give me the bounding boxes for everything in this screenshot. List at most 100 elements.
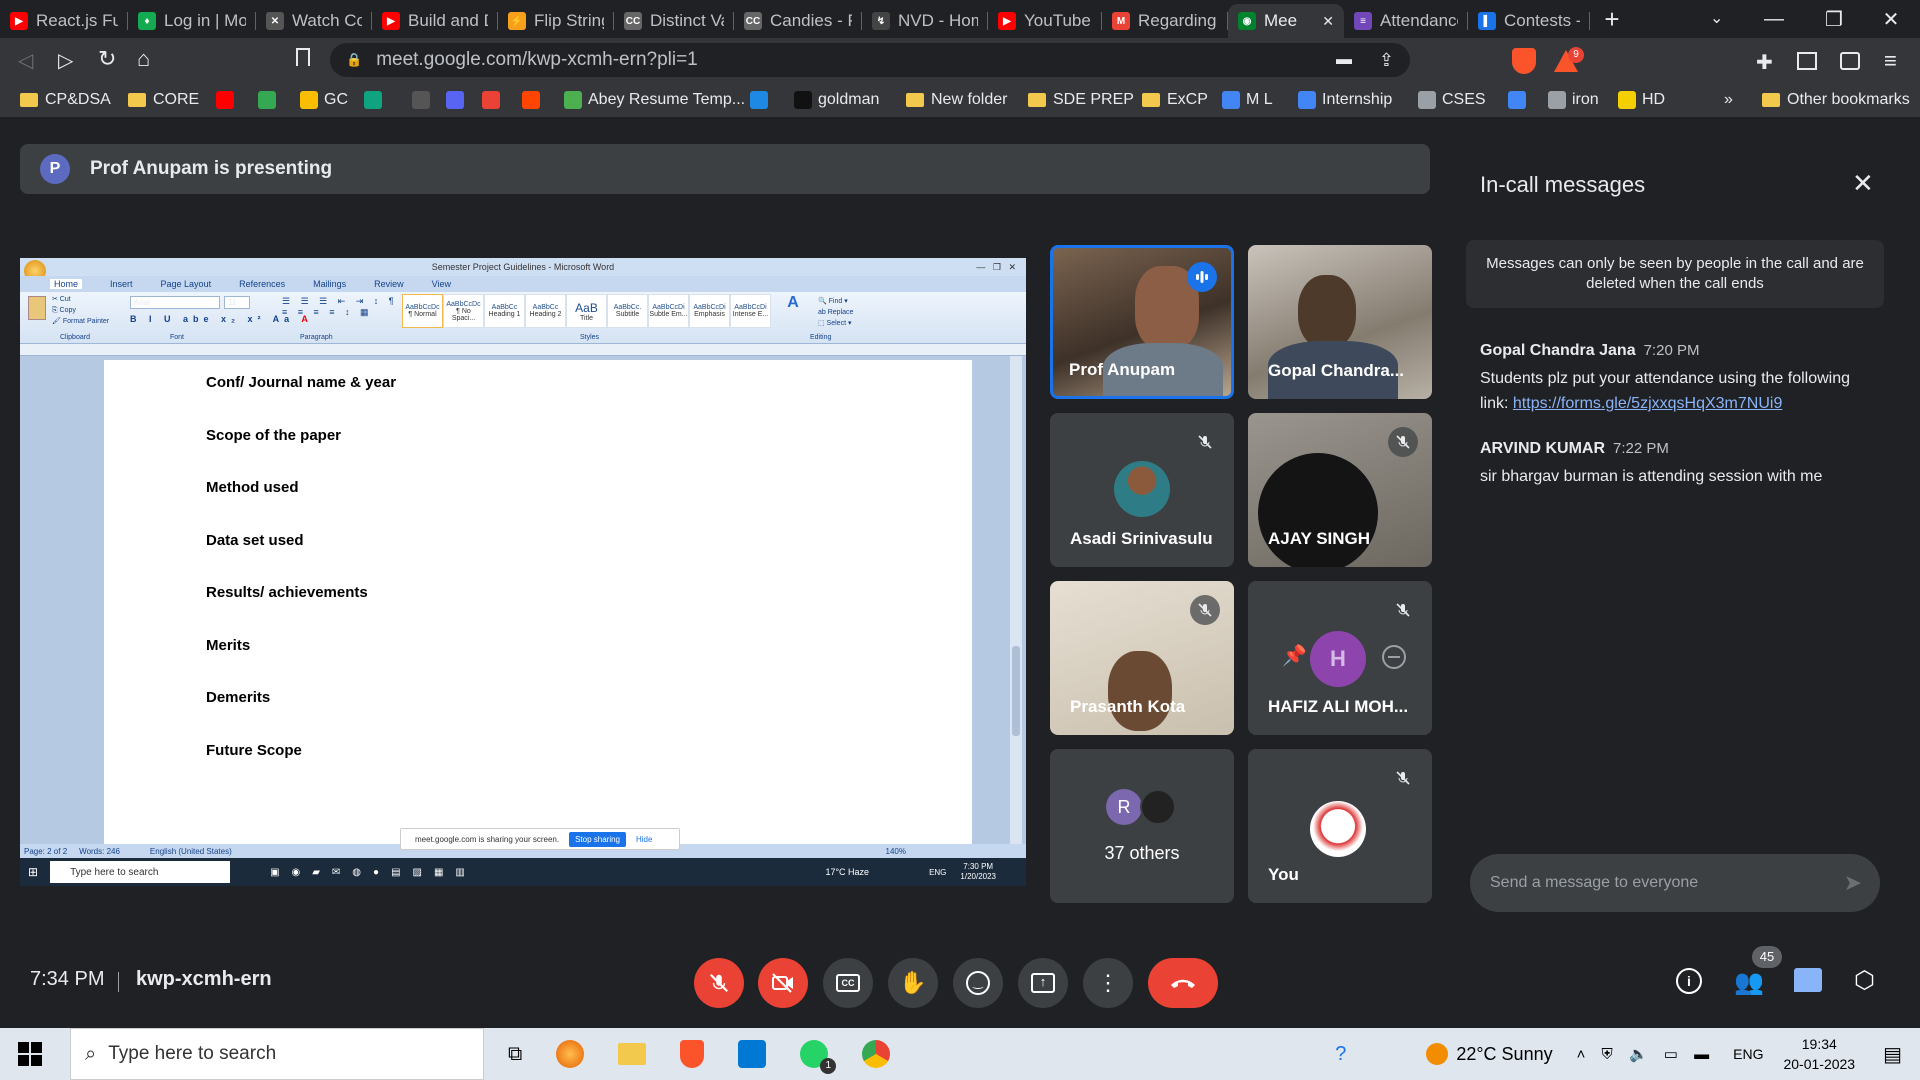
send-icon[interactable]: ➤ (1844, 870, 1862, 896)
brave-icon[interactable] (680, 1040, 705, 1068)
menu-icon[interactable]: ≡ (1884, 48, 1897, 74)
style-swatch[interactable]: AaB Title (566, 294, 607, 328)
bookmark-item[interactable]: HD (1618, 91, 1665, 109)
hide-button[interactable]: Hide (636, 835, 652, 844)
browser-tab[interactable]: ↯ NVD - Hom (862, 4, 988, 38)
participant-tile[interactable]: 📌 H HAFIZ ALI MOH... (1248, 581, 1432, 735)
style-swatch[interactable]: AaBbCc Heading 1 (484, 294, 525, 328)
bookmark-item[interactable]: Internship (1298, 91, 1392, 109)
style-swatch[interactable]: AaBbCc Heading 2 (525, 294, 566, 328)
browser-tab[interactable]: ▶ Build and D (372, 4, 498, 38)
help-icon[interactable]: ? (1335, 1043, 1346, 1066)
home-icon[interactable]: ⌂ (137, 46, 150, 72)
style-swatch[interactable]: AaBbCcDi Intense E... (730, 294, 771, 328)
bookmarks-overflow-icon[interactable]: » (1724, 91, 1733, 109)
remove-icon[interactable] (1382, 645, 1406, 669)
close-panel-icon[interactable]: ✕ (1852, 168, 1874, 199)
browser-tab[interactable]: ♦ Log in | Mo (128, 4, 256, 38)
back-icon[interactable]: ◁ (18, 48, 33, 73)
bookmark-item[interactable]: M L (1222, 91, 1273, 109)
bookmark-item[interactable]: GC (300, 91, 348, 109)
browser-tab[interactable]: CC Distinct Val (614, 4, 734, 38)
minimize-button[interactable]: — (1745, 0, 1803, 38)
browser-tab[interactable]: ◉ Mee ✕ (1228, 4, 1344, 38)
presenter-search[interactable]: Type here to search (50, 861, 231, 883)
stop-sharing-button[interactable]: Stop sharing (569, 831, 626, 847)
file-explorer-icon[interactable] (618, 1043, 647, 1065)
people-icon[interactable]: 👥 (1734, 968, 1764, 997)
forward-icon[interactable]: ▷ (58, 48, 73, 73)
close-tab-icon[interactable]: ✕ (1322, 13, 1334, 30)
self-tile[interactable]: You (1248, 749, 1432, 903)
paragraph-buttons[interactable]: ☰ ☰ ☰ ⇤ ⇥ ↕ ¶ ≡ ≡ ≡ ≡ ↕ ▦ (282, 296, 398, 318)
message-input[interactable]: Send a message to everyone ➤ (1470, 854, 1880, 912)
browser-tab[interactable]: ▌ Contests - C (1468, 4, 1590, 38)
bookmark-item[interactable]: CSES (1418, 91, 1486, 109)
bookmark-item[interactable] (412, 91, 436, 109)
vertical-scrollbar[interactable] (1010, 356, 1022, 844)
bookmark-item[interactable]: Abey Resume Temp... (564, 91, 745, 109)
style-swatch[interactable]: AaBbCcDc ¶ No Spaci... (443, 294, 484, 328)
participant-tile[interactable]: Asadi Srinivasulu (1050, 413, 1234, 567)
participant-tile[interactable]: AJAY SINGH (1248, 413, 1432, 567)
word-ribbon-tab[interactable]: View (432, 279, 451, 289)
share-icon[interactable]: ⇪ (1379, 50, 1394, 71)
vscode-icon[interactable] (738, 1040, 767, 1068)
clock-area[interactable]: 19:34 20-01-2023 (1783, 1034, 1855, 1074)
firefox-icon[interactable] (556, 1040, 585, 1068)
bookmark-page-icon[interactable] (296, 48, 310, 66)
bookmark-item[interactable] (364, 91, 388, 109)
input-language[interactable]: ENG (1733, 1046, 1763, 1062)
browser-tab[interactable]: CC Candies - P (734, 4, 862, 38)
browser-tab[interactable]: ▶ React.js Full (0, 4, 128, 38)
mic-toggle-button[interactable] (694, 958, 744, 1008)
change-styles-button[interactable]: A (782, 294, 804, 324)
browser-tab[interactable]: ⚡ Flip String t (498, 4, 614, 38)
bookmark-item[interactable] (482, 91, 506, 109)
word-ribbon-tab[interactable]: Mailings (313, 279, 346, 289)
bookmark-item[interactable]: New folder (906, 91, 1007, 109)
style-swatch[interactable]: AaBbCc. Subtitle (607, 294, 648, 328)
word-ribbon-tab[interactable]: Page Layout (161, 279, 212, 289)
style-swatch[interactable]: AaBbCcDc ¶ Normal (402, 294, 443, 328)
start-icon[interactable] (18, 1042, 42, 1066)
other-bookmarks[interactable]: Other bookmarks (1762, 91, 1910, 109)
font-size-select[interactable]: 11 (224, 296, 250, 309)
bookmark-item[interactable]: ExCP (1142, 91, 1208, 109)
bookmark-item[interactable]: iron (1548, 91, 1599, 109)
editing-commands[interactable]: 🔍 Find ▾ ab Replace ⬚ Select ▾ (818, 296, 853, 329)
bookmark-item[interactable]: SDE PREP (1028, 91, 1134, 109)
bookmark-item[interactable]: CP&DSA (20, 91, 111, 109)
word-ribbon-tab[interactable]: Review (374, 279, 404, 289)
bookmark-item[interactable] (522, 91, 546, 109)
brave-shield-icon[interactable] (1512, 48, 1536, 74)
word-ribbon-tab[interactable]: Insert (110, 279, 133, 289)
camera-toggle-button[interactable] (758, 958, 808, 1008)
notifications-icon[interactable]: ▤ (1883, 1042, 1902, 1067)
wallet-icon[interactable] (1840, 52, 1860, 70)
paste-icon[interactable] (28, 296, 46, 320)
browser-tab[interactable]: ≡ Attendance (1344, 4, 1468, 38)
taskbar-search[interactable]: ⌕ Type here to search (70, 1028, 484, 1080)
activities-icon[interactable]: ⬡ (1854, 966, 1875, 995)
more-options-button[interactable]: ⋮ (1083, 958, 1133, 1008)
style-swatch[interactable]: AaBbCcDi Subtle Em... (648, 294, 689, 328)
font-name-select[interactable]: Arial (130, 296, 220, 309)
extensions-icon[interactable]: ✚ (1756, 50, 1773, 75)
pin-icon[interactable]: 📌 (1282, 643, 1307, 668)
participant-tile[interactable]: Gopal Chandra... (1248, 245, 1432, 399)
bookmark-item[interactable]: goldman (794, 91, 879, 109)
sidebar-icon[interactable] (1797, 52, 1817, 70)
browser-tab[interactable]: ▶ YouTube (988, 4, 1102, 38)
raise-hand-button[interactable]: ✋ (888, 958, 938, 1008)
styles-gallery[interactable]: AaBbCcDc ¶ Normal AaBbCcDc ¶ No Spaci... AaB… (402, 294, 778, 328)
bookmark-item[interactable] (216, 91, 240, 109)
word-ribbon-tab[interactable]: References (239, 279, 285, 289)
bookmark-item[interactable] (1508, 91, 1532, 109)
close-window-button[interactable]: ✕ (1862, 0, 1920, 38)
tab-search-icon[interactable]: ⌄ (1710, 8, 1730, 28)
reactions-button[interactable]: ‿ (953, 958, 1003, 1008)
new-tab-button[interactable]: + (1598, 6, 1626, 34)
captions-button[interactable]: CC (823, 958, 873, 1008)
tray-icons[interactable]: ˄ ⛨ 🔈 ▭ ▬ (1577, 1045, 1716, 1063)
